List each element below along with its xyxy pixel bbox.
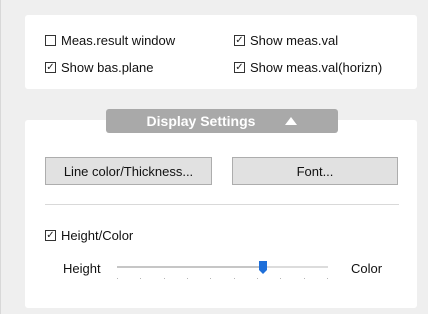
slider-tick — [187, 278, 188, 279]
checkbox-box[interactable]: ✓ — [45, 62, 56, 73]
show-meas-val-horizn-checkbox[interactable]: ✓ Show meas.val(horizn) — [234, 60, 382, 75]
checkbox-box[interactable]: ✓ — [234, 35, 245, 46]
checkbox-box[interactable]: ✓ — [234, 62, 245, 73]
settings-pane: Meas.result window ✓ Show meas.val ✓ Sho… — [0, 0, 428, 314]
show-meas-val-checkbox[interactable]: ✓ Show meas.val — [234, 33, 338, 48]
display-settings-title: Display Settings — [146, 113, 256, 129]
slider-thumb[interactable] — [258, 261, 267, 274]
slider-tick — [233, 278, 235, 279]
slider-tick — [163, 278, 165, 279]
show-bas-plane-checkbox[interactable]: ✓ Show bas.plane — [45, 60, 154, 75]
checkbox-label: Show meas.val(horizn) — [250, 60, 383, 75]
collapse-triangle-icon — [285, 117, 298, 125]
slider-right-label: Color — [351, 261, 383, 276]
checkbox-label: Meas.result window — [61, 33, 176, 48]
font-button[interactable]: Font... — [232, 157, 398, 185]
slider-tick — [280, 278, 282, 279]
checkbox-box[interactable] — [45, 35, 56, 46]
height-color-slider-track[interactable] — [117, 266, 328, 268]
slider-tick — [257, 278, 258, 279]
slider-tick — [303, 278, 305, 279]
checkbox-label: Show meas.val — [250, 33, 339, 48]
slider-tick — [210, 278, 212, 279]
checkbox-box[interactable]: ✓ — [45, 230, 56, 241]
options-panel — [25, 15, 417, 89]
display-settings-header[interactable]: Display Settings — [106, 109, 338, 133]
slider-ticks — [117, 278, 328, 280]
checkbox-label: Show bas.plane — [61, 60, 154, 75]
slider-tick — [327, 278, 328, 279]
slider-tick — [117, 278, 118, 279]
checkbox-label: Height/Color — [61, 228, 134, 243]
slider-tick — [140, 278, 142, 279]
divider — [45, 204, 399, 205]
meas-result-window-checkbox[interactable]: Meas.result window — [45, 33, 175, 48]
slider-left-label: Height — [63, 261, 101, 276]
slider-fill — [117, 266, 263, 268]
height-color-checkbox[interactable]: ✓ Height/Color — [45, 228, 133, 243]
line-color-thickness-button[interactable]: Line color/Thickness... — [45, 157, 212, 185]
